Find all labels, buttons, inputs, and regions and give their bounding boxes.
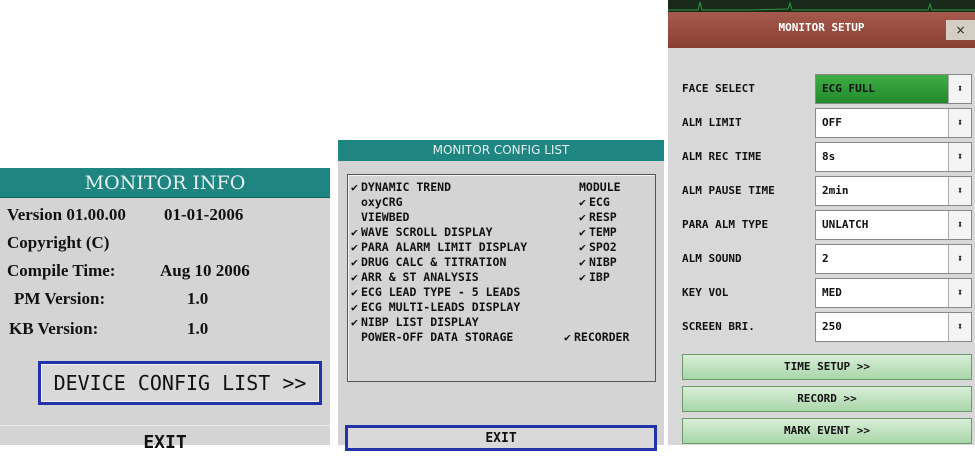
- feature-item: oxyCRG: [361, 195, 403, 209]
- version-date: 01-01-2006: [164, 205, 244, 224]
- feature-item: ✔ DYNAMIC TREND: [351, 180, 452, 194]
- feature-item: ✔ DRUG CALC & TITRATION: [351, 255, 507, 269]
- module-item: ✔ NIBP: [579, 255, 617, 269]
- check-icon: ✔: [579, 255, 586, 269]
- module-item: ✔ SPO2: [579, 240, 617, 254]
- pm-version-label: PM Version:: [14, 289, 106, 308]
- copyright-label: Copyright (C): [7, 233, 110, 252]
- check-icon: ✔: [351, 255, 358, 269]
- setup-nav-button[interactable]: TIME SETUP >>: [682, 354, 972, 380]
- setup-nav-button[interactable]: RECORD >>: [682, 386, 972, 412]
- monitor-setup-panel: MONITOR SETUP × FACE SELECT ECG FULL ⬍ ALM …: [668, 0, 975, 445]
- check-icon: ✔: [351, 300, 358, 314]
- module-item: ✔ ECG: [579, 195, 610, 209]
- check-icon: ✔: [579, 225, 586, 239]
- check-icon: ✔: [351, 285, 358, 299]
- feature-item: VIEWBED: [361, 210, 410, 224]
- setup-nav-button[interactable]: MARK EVENT >>: [682, 418, 972, 444]
- compile-time-label: Compile Time:: [7, 261, 116, 280]
- version-label: Version 01.00.00: [7, 205, 126, 224]
- check-icon: ✔: [351, 180, 358, 194]
- monitor-info-panel: MONITOR INFO Version 01.00.00 01-01-2006…: [0, 168, 330, 453]
- exit-button[interactable]: EXIT: [0, 425, 330, 455]
- module-item: ✔ TEMP: [579, 225, 617, 239]
- check-icon: ✔: [579, 210, 586, 224]
- kb-version-label: KB Version:: [9, 319, 99, 338]
- device-config-list-button[interactable]: DEVICE CONFIG LIST >>: [38, 361, 322, 405]
- monitor-config-list-panel: MONITOR CONFIG LIST ✔ DYNAMIC TREND oxyCRG…: [338, 140, 664, 451]
- module-header: MODULE: [579, 180, 621, 194]
- check-icon: ✔: [351, 315, 358, 329]
- check-icon: ✔: [579, 270, 586, 284]
- check-icon: ✔: [351, 240, 358, 254]
- kb-version-value: 1.0: [187, 319, 209, 338]
- check-icon: ✔: [351, 270, 358, 284]
- setup-buttons: TIME SETUP >> RECORD >> MARK EVENT >>: [668, 0, 975, 445]
- module-item: ✔ IBP: [579, 270, 610, 284]
- feature-item: ✔ ECG LEAD TYPE - 5 LEADS: [351, 285, 521, 299]
- feature-item: ✔ ECG MULTI-LEADS DISPLAY: [351, 300, 521, 314]
- monitor-info-title: MONITOR INFO: [0, 168, 330, 198]
- feature-item: ✔ ARR & ST ANALYSIS: [351, 270, 479, 284]
- module-list: ✔ ECG ✔ RESP ✔ TEMP ✔ SPO2 ✔ NIBP ✔ IBP: [579, 195, 655, 285]
- check-icon: ✔: [579, 240, 586, 254]
- feature-item: POWER-OFF DATA STORAGE: [361, 330, 514, 344]
- check-icon: ✔: [351, 225, 358, 239]
- config-list-title: MONITOR CONFIG LIST: [338, 140, 664, 161]
- pm-version-value: 1.0: [187, 289, 209, 308]
- recorder-item: ✔ RECORDER: [564, 330, 630, 344]
- module-item: ✔ RESP: [579, 210, 617, 224]
- check-icon: ✔: [579, 195, 586, 209]
- feature-item: ✔ NIBP LIST DISPLAY: [351, 315, 479, 329]
- compile-time-value: Aug 10 2006: [160, 261, 250, 280]
- config-list-box: ✔ DYNAMIC TREND oxyCRG VIEWBED ✔ WAVE SCROLL …: [347, 174, 656, 382]
- feature-item: ✔ WAVE SCROLL DISPLAY: [351, 225, 493, 239]
- check-icon: ✔: [564, 330, 571, 344]
- feature-item: ✔ PARA ALARM LIMIT DISPLAY: [351, 240, 528, 254]
- feature-list: ✔ DYNAMIC TREND oxyCRG VIEWBED ✔ WAVE SCROLL …: [351, 180, 561, 345]
- config-exit-button[interactable]: EXIT: [345, 425, 657, 451]
